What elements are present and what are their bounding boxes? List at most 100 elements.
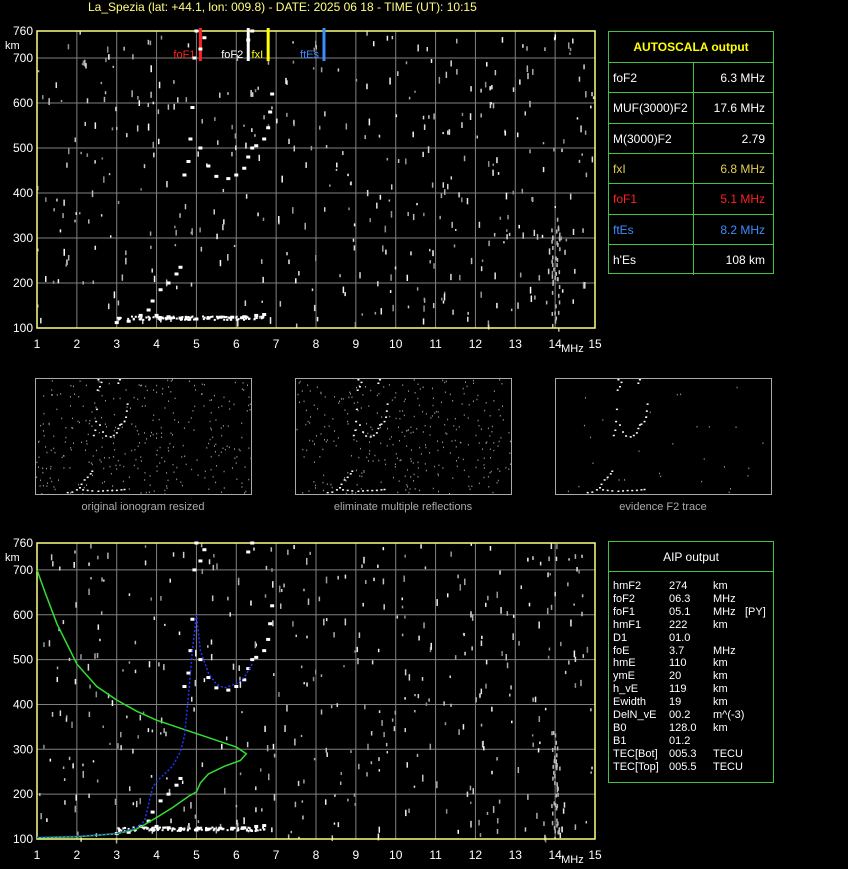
noise-dot [416,287,419,291]
noise-dot [74,550,76,554]
x-tick-label: 9 [353,337,360,351]
noise-dot [228,446,230,449]
noise-dot [478,819,480,826]
aip-row: ymE 20 km [613,670,769,683]
noise-dot [67,44,70,50]
noise-dot [405,61,408,65]
noise-dot [395,392,397,394]
trace-point [187,316,190,319]
noise-dot [556,766,558,771]
noise-dot [176,478,178,481]
trace-point [106,489,109,492]
noise-dot [338,402,340,404]
noise-dot [347,471,349,474]
noise-dot [159,732,162,735]
noise-dot [361,313,364,316]
noise-dot [532,742,534,747]
trace-point [637,382,640,384]
noise-dot [112,485,114,487]
noise-dot [491,85,493,90]
trace-point [268,622,273,626]
noise-dot [479,693,481,698]
noise-dot [552,776,554,781]
noise-dot [161,393,163,395]
noise-dot [425,444,427,446]
trace-point [643,420,646,423]
trace-point [586,491,589,494]
trace-point [262,137,267,141]
noise-dot [300,665,303,669]
noise-dot [158,662,160,667]
noise-dot [295,278,297,284]
y-tick-label: 300 [13,742,33,756]
trace-point [244,317,247,320]
trace-point [177,828,180,831]
noise-dot [320,67,323,73]
noise-dot [470,543,473,546]
noise-dot [232,663,235,670]
aip-row: Ewidth 19 km [613,696,769,709]
noise-dot [176,466,178,469]
noise-dot [224,448,226,451]
noise-dot [580,679,582,687]
noise-dot [223,470,225,473]
noise-dot [139,714,142,721]
noise-dot [370,389,372,392]
noise-dot [466,385,468,388]
trace-point [358,424,361,426]
noise-dot [203,678,206,683]
noise-dot [555,740,558,745]
noise-dot [111,700,114,706]
noise-dot [103,176,105,183]
noise-dot [323,618,325,626]
noise-dot [270,547,273,552]
trace-point [115,432,118,434]
thumbnail-caption: original ionogram resized [81,501,205,513]
noise-dot [135,800,138,808]
noise-dot [271,568,273,572]
trace-point [346,476,349,479]
noise-dot [241,436,243,439]
noise-dot [98,381,100,383]
trace-point [380,423,383,425]
noise-dot [392,304,394,312]
trace-point [181,827,184,830]
noise-dot [214,445,216,447]
noise-dot [114,798,117,805]
noise-dot [578,485,580,488]
noise-dot [458,192,460,198]
aip-name: DelN_vE [613,709,657,721]
noise-dot [554,781,556,786]
noise-dot [428,248,431,252]
trace-point [375,432,378,434]
parameter-value: 108 km [725,252,765,267]
noise-dot [248,396,250,398]
trace-point [262,649,267,653]
noise-dot [544,47,546,52]
noise-dot [396,615,399,619]
trace-point [351,490,354,492]
noise-dot [72,417,74,420]
noise-dot [592,462,594,465]
noise-dot [424,424,426,427]
noise-dot [332,418,334,420]
trace-point [186,318,189,321]
noise-dot [104,91,107,95]
noise-dot [568,558,570,561]
noise-dot [494,272,496,280]
aip-row: hmF2 274 km [613,580,769,593]
noise-dot [660,475,662,478]
noise-dot [522,232,524,239]
noise-dot [152,433,154,436]
noise-dot [334,430,336,432]
noise-dot [418,635,420,641]
trace-point [365,435,368,437]
trace-point [146,827,149,830]
noise-dot [292,60,295,64]
noise-dot [364,386,366,388]
noise-dot [462,724,465,730]
noise-dot [141,405,143,408]
noise-dot [567,42,570,49]
aip-value: 20 [669,670,682,683]
noise-dot [158,418,160,421]
